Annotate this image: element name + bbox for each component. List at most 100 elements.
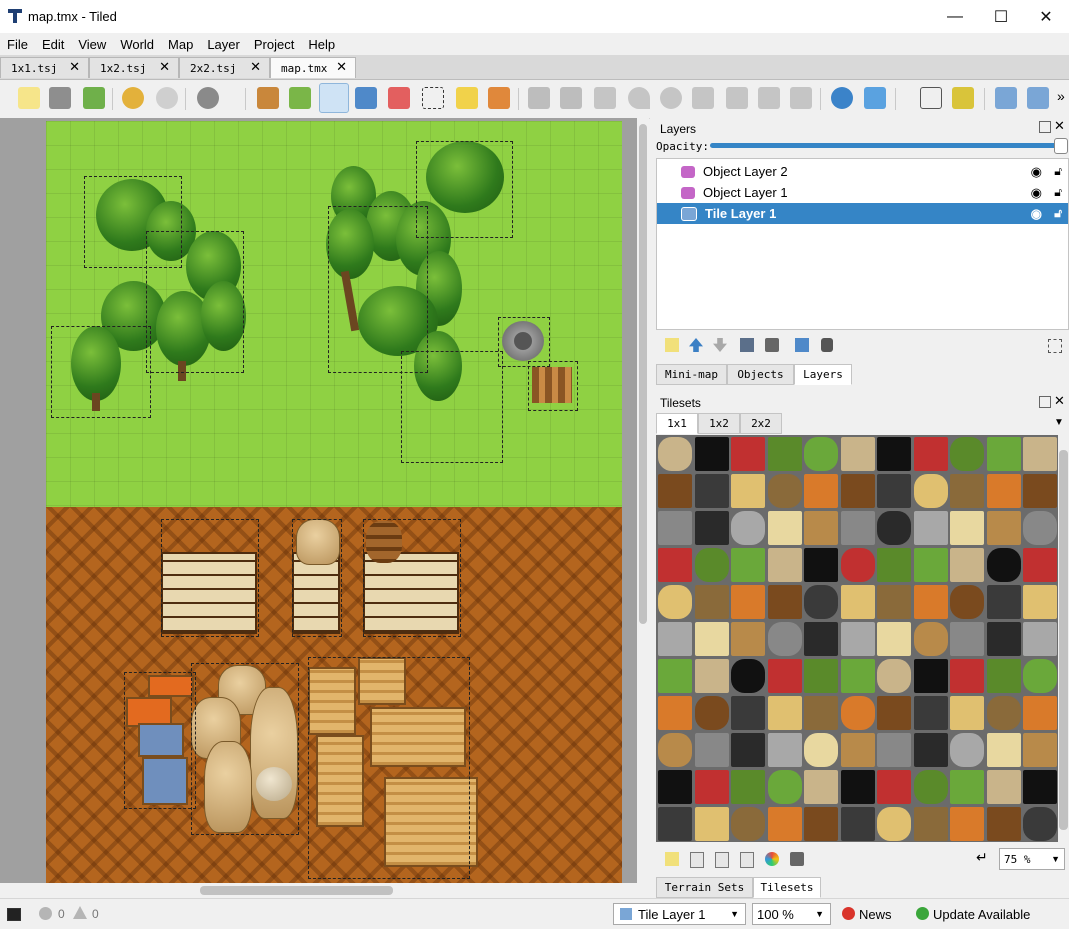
tileset-tile[interactable] [804,733,838,767]
tileset-tile[interactable] [840,659,875,693]
tileset-tile[interactable] [1023,511,1057,545]
tab-objects[interactable]: Objects [727,364,794,385]
menu-help[interactable]: Help [301,37,342,52]
tileset-tile[interactable] [731,548,765,582]
tab-mini-map[interactable]: Mini-map [656,364,727,385]
tileset-tile[interactable] [840,585,875,619]
news-button[interactable]: News [859,907,892,922]
show-other-layers-icon[interactable] [795,338,809,352]
insert-point-icon[interactable] [628,87,650,109]
insert-rectangle-icon[interactable] [594,87,616,109]
tileset-tile[interactable] [986,622,1021,656]
tileset-tile[interactable] [694,770,729,804]
tileset-tile[interactable] [877,548,911,582]
tileset-tile[interactable] [950,770,984,804]
menu-view[interactable]: View [71,37,113,52]
tileset-tile[interactable] [804,437,838,471]
tileset-tile[interactable] [804,511,838,545]
tileset-tile[interactable] [694,437,729,471]
tileset-tile[interactable] [658,511,692,545]
layer-row-object-layer-2[interactable]: Object Layer 2 ◉ 🔓︎ [657,161,1068,182]
tileset-tile[interactable] [950,437,984,471]
tileset-tile[interactable] [950,696,984,730]
tileset-tile[interactable] [658,437,692,471]
tab-map[interactable]: map.tmx ✕ [270,57,356,78]
tileset-scroll-thumb[interactable] [1059,450,1068,830]
tileset-tile[interactable] [658,474,692,508]
tileset-tile[interactable] [731,733,765,767]
tileset-tile[interactable] [731,696,765,730]
eraser-icon[interactable] [388,87,410,109]
map-canvas[interactable] [0,118,637,898]
visibility-eye-icon[interactable]: ◉ [1031,164,1042,180]
tileset-tile[interactable] [1023,474,1057,508]
tileset-tile[interactable] [767,696,802,730]
world-tool-icon[interactable] [831,87,853,109]
tileset-tile[interactable] [694,807,729,841]
tileset-tile[interactable] [877,585,911,619]
tileset-tile[interactable] [658,622,692,656]
bucket-fill-icon[interactable] [319,83,349,113]
rect-select-icon[interactable] [422,87,444,109]
tileset-tile[interactable] [767,659,802,693]
flip-horizontal-icon[interactable] [995,87,1017,109]
tileset-tile[interactable] [950,585,984,619]
tileset-tile[interactable] [986,548,1021,582]
tileset-tile[interactable] [804,659,838,693]
terrain-brush-icon[interactable] [289,87,311,109]
tileset-tile[interactable] [731,585,765,619]
tileset-tile[interactable] [840,511,875,545]
tab-terrain-sets[interactable]: Terrain Sets [656,877,753,898]
tab-1x1[interactable]: 1x1.tsj ✕ [0,57,89,78]
tileset-tile[interactable] [731,770,765,804]
map-vertical-scroll-thumb[interactable] [639,124,647,624]
tileset-tile[interactable] [731,474,765,508]
shape-fill-icon[interactable] [355,87,377,109]
zoom-select[interactable]: 100 % ▼ [752,903,831,925]
tileset-tile[interactable] [1023,807,1057,841]
tileset-tile[interactable] [694,733,729,767]
tileset-tile[interactable] [950,733,984,767]
tileset-tile[interactable] [950,807,984,841]
tileset-tile[interactable] [1023,733,1057,767]
tileset-tile[interactable] [1023,585,1057,619]
tileset-tile[interactable] [731,807,765,841]
tileset-tile[interactable] [840,696,875,730]
console-icon[interactable] [7,908,21,921]
tileset-tile[interactable] [913,659,948,693]
tileset-tile[interactable] [840,807,875,841]
close-panel-icon[interactable]: ✕ [1054,393,1065,409]
tileset-tile[interactable] [913,622,948,656]
opacity-slider[interactable] [710,143,1060,148]
layer-row-tile-layer-1[interactable]: Tile Layer 1 ◉ 🔓︎ [657,203,1068,224]
lock-icon[interactable]: 🔓︎ [1054,206,1062,221]
undo-zoom-icon[interactable]: ↵ [976,849,988,866]
menu-project[interactable]: Project [247,37,301,52]
tileset-tile[interactable] [840,437,875,471]
tileset-tile[interactable] [986,807,1021,841]
edit-tileset-icon[interactable] [740,852,754,868]
tab-close-icon[interactable]: ✕ [69,60,80,75]
tileset-tile[interactable] [877,696,911,730]
tileset-tile[interactable] [804,696,838,730]
tab-layers[interactable]: Layers [794,364,852,385]
tileset-tile[interactable] [950,548,984,582]
tileset-tile[interactable] [767,770,802,804]
tileset-tile[interactable] [694,585,729,619]
tileset-tile[interactable] [804,585,838,619]
tileset-tile[interactable] [950,511,984,545]
tileset-tile[interactable] [913,548,948,582]
tileset-tile[interactable] [1023,437,1057,471]
tileset-tile[interactable] [950,622,984,656]
tileset-tile[interactable] [840,548,875,582]
tileset-tile[interactable] [986,733,1021,767]
tileset-tab-2x2[interactable]: 2x2 [740,413,782,434]
tileset-tile[interactable] [658,807,692,841]
warning-icon[interactable] [73,906,87,919]
tileset-tile[interactable] [658,585,692,619]
tileset-tile[interactable] [1023,659,1057,693]
new-map-icon[interactable] [18,87,40,109]
random-mode-icon[interactable] [920,87,942,109]
map-horizontal-scroll-thumb[interactable] [200,886,393,895]
tileset-tile[interactable] [658,548,692,582]
